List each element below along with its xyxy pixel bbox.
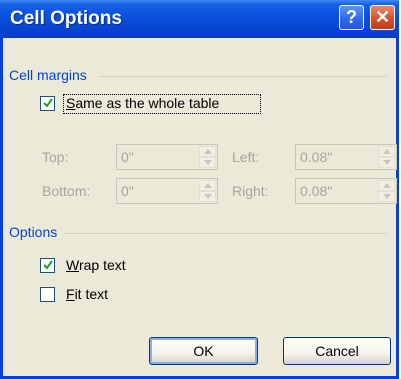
wrap-text-label[interactable]: Wrap text [66,257,126,273]
spin-up-icon[interactable] [199,146,216,157]
help-button[interactable]: ? [339,5,364,30]
top-margin-spin-buttons[interactable] [199,146,216,168]
dialog-title: Cell Options [10,8,122,29]
same-as-table-mnemonic: S [66,95,76,111]
wrap-text-label-rest: rap text [78,257,126,273]
cancel-button[interactable]: Cancel [283,337,391,365]
options-divider [65,233,387,234]
same-as-table-label-rest: ame as the whole table [75,95,220,111]
bottom-margin-spin-buttons[interactable] [199,180,216,202]
fit-text-label[interactable]: Fit text [66,286,108,302]
wrap-text-mnemonic: W [66,257,79,273]
checkmark-icon [43,98,53,108]
spin-up-icon[interactable] [199,180,216,191]
left-margin-spin-buttons[interactable] [378,146,395,168]
cell-margins-group-label: Cell margins [9,67,87,83]
cell-options-dialog: Cell Options ? ✕ Cell margins Same as th… [0,0,399,379]
fit-text-checkbox[interactable] [40,287,55,302]
bottom-margin-label: Bottom: [42,183,91,199]
spin-down-icon[interactable] [199,191,216,202]
right-margin-spin-buttons[interactable] [378,180,395,202]
close-button[interactable]: ✕ [370,5,395,30]
same-as-table-checkbox[interactable] [40,96,55,111]
ok-button[interactable]: OK [149,337,258,365]
checkmark-icon [43,260,53,270]
dialog-body: Cell margins Same as the whole table Top… [3,38,397,376]
spin-up-icon[interactable] [378,180,395,191]
spin-up-icon[interactable] [378,146,395,157]
top-margin-value: 0" [121,149,134,165]
spin-down-icon[interactable] [199,157,216,168]
top-margin-spinner[interactable]: 0" [116,144,218,170]
right-margin-spinner[interactable]: 0.08" [295,178,397,204]
bottom-margin-spinner[interactable]: 0" [116,178,218,204]
left-margin-value: 0.08" [300,149,333,165]
bottom-margin-value: 0" [121,183,134,199]
title-bar[interactable]: Cell Options ? ✕ [0,0,399,38]
close-icon: ✕ [374,7,391,27]
right-margin-label: Right: [232,183,269,199]
options-group-label: Options [9,224,58,240]
left-margin-spinner[interactable]: 0.08" [295,144,397,170]
help-icon: ? [346,7,357,27]
cell-margins-divider [99,76,387,77]
fit-text-label-rest: it text [74,286,109,302]
spin-down-icon[interactable] [378,157,395,168]
right-margin-value: 0.08" [300,183,333,199]
fit-text-mnemonic: F [66,286,75,302]
wrap-text-checkbox[interactable] [40,258,55,273]
top-margin-label: Top: [42,149,69,165]
same-as-table-label[interactable]: Same as the whole table [66,95,219,111]
left-margin-label: Left: [232,149,260,165]
spin-down-icon[interactable] [378,191,395,202]
